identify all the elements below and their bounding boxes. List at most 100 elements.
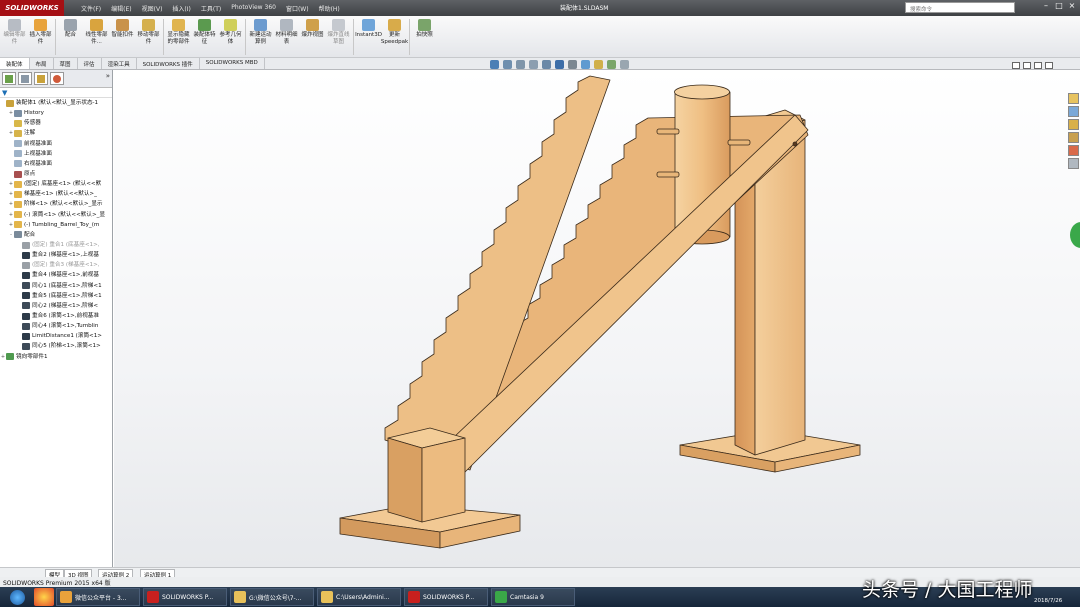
tree-item[interactable]: - 配合 (0, 230, 112, 240)
file-explorer-icon[interactable] (1068, 132, 1079, 143)
taskbar-task[interactable]: 微信公众平台 - 3... (56, 588, 140, 606)
display-manager-tab[interactable] (50, 72, 64, 85)
tree-item[interactable]: + 梯基座<1> (默认<<默认>_ (0, 189, 112, 199)
taskbar-task[interactable]: C:\Users\Admini... (317, 588, 401, 606)
ribbon-button[interactable]: 编辑零部件 (2, 16, 27, 45)
close-icon[interactable]: × (1066, 1, 1078, 14)
command-tab[interactable]: 装配体 (0, 58, 30, 69)
feature-manager-tab[interactable] (2, 72, 16, 85)
menu-item[interactable]: 插入(I) (167, 4, 195, 13)
tree-item[interactable]: (固定) 重合3 (梯基座<1>, (0, 260, 112, 270)
resources-icon[interactable] (1068, 106, 1079, 117)
command-tab[interactable]: 布局 (30, 58, 54, 69)
start-button[interactable] (0, 587, 34, 607)
minimize-icon[interactable]: – (1040, 1, 1052, 14)
tree-item[interactable]: 同心1 (底基座<1>,阶梯<1 (0, 281, 112, 291)
ribbon-button[interactable]: 拍快照 (412, 16, 437, 39)
previous-view-icon[interactable] (516, 60, 525, 69)
left-post[interactable] (387, 427, 466, 523)
tree-item[interactable]: 上视基准面 (0, 149, 112, 159)
task-app-icon (234, 591, 246, 603)
maximize-viewport-icon[interactable] (1034, 62, 1042, 69)
command-tab[interactable]: 评估 (78, 58, 102, 69)
ribbon-button[interactable]: 装配体特征 (192, 16, 217, 45)
command-tab[interactable]: SOLIDWORKS 插件 (137, 58, 200, 69)
design-library-icon[interactable] (1068, 119, 1079, 130)
command-tab[interactable]: 渲染工具 (102, 58, 137, 69)
ribbon-button[interactable]: 爆炸视图 (300, 16, 325, 39)
graphics-viewport[interactable] (114, 70, 1080, 567)
close-viewport-icon[interactable] (1045, 62, 1053, 69)
restore-viewport-icon[interactable] (1012, 62, 1020, 69)
tree-item[interactable]: + (-) 滚筒<1> (默认<<默认>_显 (0, 210, 112, 220)
menu-item[interactable]: 视图(V) (137, 4, 168, 13)
tree-item[interactable]: 同心2 (梯基座<1>,阶梯< (0, 301, 112, 311)
zoom-fit-icon[interactable] (490, 60, 499, 69)
minimize-viewport-icon[interactable] (1023, 62, 1031, 69)
tree-item[interactable]: 重合5 (底基座<1>,阶梯<1 (0, 291, 112, 301)
ribbon-button[interactable]: 智能扣件 (110, 16, 135, 39)
tree-item[interactable]: 重合2 (梯基座<1>,上视基 (0, 250, 112, 260)
ribbon-button[interactable]: 爆炸直线草图 (326, 16, 351, 45)
section-view-icon[interactable] (529, 60, 538, 69)
solidworks-logo[interactable]: SOLIDWORKS (0, 0, 64, 16)
tree-item[interactable]: 同心5 (阶梯<1>,滚筒<1> (0, 341, 112, 351)
tree-item[interactable]: 传感器 (0, 118, 112, 128)
taskbar-task[interactable]: SOLIDWORKS P... (143, 588, 227, 606)
tree-item[interactable]: + History (0, 108, 112, 118)
tree-item[interactable]: + (固定) 底基座<1> (默认<<默 (0, 179, 112, 189)
ribbon-button[interactable]: 材料明细表 (274, 16, 299, 45)
menu-item[interactable]: 工具(T) (196, 4, 226, 13)
tree-item[interactable]: + 阶梯<1> (默认<<默认>_显示 (0, 199, 112, 209)
home-icon[interactable] (1068, 93, 1079, 104)
tree-item[interactable]: + (-) Tumbling_Barrel_Toy_(m (0, 220, 112, 230)
menu-item[interactable]: 文件(F) (76, 4, 106, 13)
taskbar-task[interactable]: SOLIDWORKS P... (404, 588, 488, 606)
ribbon-button[interactable]: 参考几何体 (218, 16, 243, 45)
tree-item[interactable]: 原点 (0, 169, 112, 179)
tree-item[interactable]: + 镜向零部件1 (0, 352, 112, 362)
command-tab[interactable]: SOLIDWORKS MBD (200, 58, 265, 69)
ribbon-button[interactable]: 线性零部件... (84, 16, 109, 45)
configuration-manager-tab[interactable] (34, 72, 48, 85)
menu-item[interactable]: 编辑(E) (106, 4, 136, 13)
view-orientation-icon[interactable] (555, 60, 564, 69)
maximize-icon[interactable]: □ (1053, 1, 1065, 14)
tree-item[interactable]: 重合6 (滚筒<1>,前视基准 (0, 311, 112, 321)
apply-scene-icon[interactable] (607, 60, 616, 69)
tree-item[interactable]: 右视基准面 (0, 159, 112, 169)
taskbar-task[interactable]: Camtasia 9 (491, 588, 575, 606)
tree-item[interactable]: 前视基准面 (0, 139, 112, 149)
display-style-icon[interactable] (568, 60, 577, 69)
edit-appearance-icon[interactable] (594, 60, 603, 69)
command-tab[interactable]: 草图 (54, 58, 78, 69)
menu-item[interactable]: 窗口(W) (281, 4, 314, 13)
tree-item[interactable]: 重合4 (梯基座<1>,前视基 (0, 270, 112, 280)
ribbon-button[interactable]: 新建运动算例 (248, 16, 273, 45)
property-manager-tab[interactable] (18, 72, 32, 85)
ribbon-button[interactable]: 插入零部件 (28, 16, 53, 45)
tree-item[interactable]: LimitDistance1 (滚筒<1> (0, 331, 112, 341)
hide-show-items-icon[interactable] (581, 60, 590, 69)
zoom-area-icon[interactable] (503, 60, 512, 69)
ribbon-button[interactable]: 配合 (58, 16, 83, 39)
view-settings-icon[interactable] (620, 60, 629, 69)
tree-item[interactable]: 同心4 (滚筒<1>,Tumblin (0, 321, 112, 331)
appearances-icon[interactable] (1068, 145, 1079, 156)
menu-item[interactable]: PhotoView 360 (226, 4, 281, 13)
chrome-icon[interactable] (34, 588, 54, 606)
tree-item[interactable]: + 注解 (0, 128, 112, 138)
dynamic-annotation-icon[interactable] (542, 60, 551, 69)
ribbon-button[interactable]: 显示隐藏的零部件 (166, 16, 191, 45)
custom-properties-icon[interactable] (1068, 158, 1079, 169)
tree-item[interactable]: 装配体1 (默认<默认_显示状态-1 (0, 98, 112, 108)
ribbon-button[interactable]: 移动零部件 (136, 16, 161, 45)
menu-item[interactable]: 帮助(H) (314, 4, 345, 13)
tree-filter[interactable]: ▼ (0, 88, 112, 98)
panel-expand-icon[interactable]: » (106, 72, 110, 85)
search-input[interactable]: 搜索命令 (905, 2, 1015, 13)
ribbon-button[interactable]: 更新Speedpak (381, 16, 408, 45)
tree-item[interactable]: (固定) 重合1 (底基座<1>, (0, 240, 112, 250)
ribbon-button[interactable]: Instant3D (355, 16, 382, 39)
taskbar-task[interactable]: G:\微信公众号\7-... (230, 588, 314, 606)
